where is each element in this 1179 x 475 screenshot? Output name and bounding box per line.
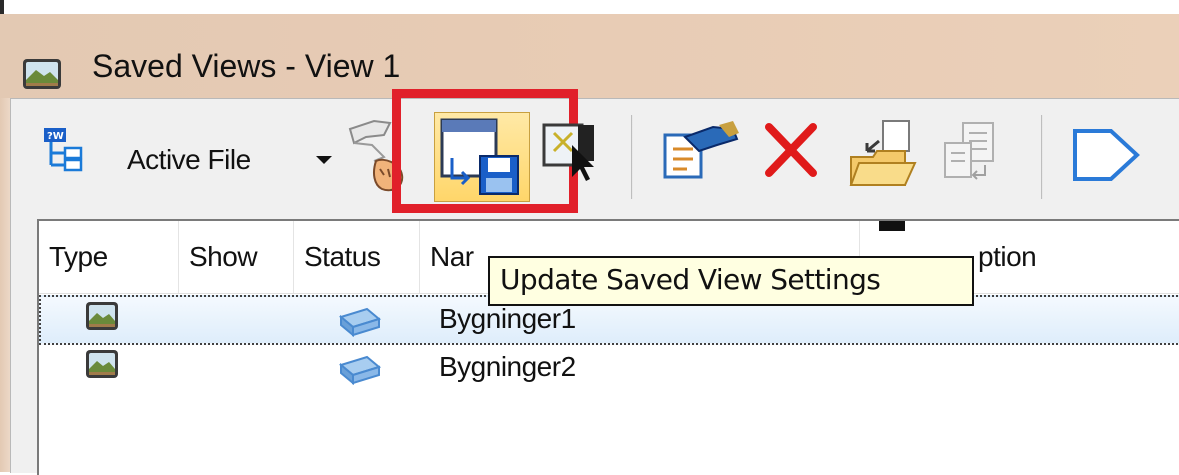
toolbar-separator	[631, 115, 633, 199]
table-row[interactable]: Bygninger2	[39, 345, 1179, 395]
view-hierarchy-icon[interactable]: ?W	[43, 127, 83, 173]
delete-icon[interactable]	[763, 121, 819, 179]
column-header-status[interactable]: Status	[294, 221, 420, 293]
saved-view-type-icon	[86, 302, 118, 330]
filter-icon[interactable]	[1071, 127, 1141, 183]
window-left-edge	[0, 98, 10, 472]
status-icon	[338, 355, 382, 385]
tooltip: Update Saved View Settings	[488, 256, 974, 306]
update-saved-view-button[interactable]	[434, 112, 530, 202]
properties-icon[interactable]	[659, 121, 739, 181]
import-icon[interactable]	[849, 117, 921, 187]
update-saved-view-icon	[440, 118, 519, 195]
capture-view-icon[interactable]	[542, 121, 596, 183]
source-selector-label[interactable]: Active File	[127, 144, 251, 176]
window-corner	[0, 0, 4, 14]
status-icon	[338, 307, 382, 337]
column-header-type[interactable]: Type	[39, 221, 179, 293]
saved-view-type-icon	[86, 350, 118, 378]
toolbar-separator-2	[1041, 115, 1043, 199]
view-name: Bygninger2	[439, 351, 576, 382]
export-icon[interactable]	[939, 121, 1001, 183]
saved-views-window: Saved Views - View 1 ?W Active File Type…	[0, 0, 1179, 475]
column-header-glyph	[879, 221, 905, 231]
svg-text:?W: ?W	[47, 131, 64, 142]
column-header-show[interactable]: Show	[179, 221, 294, 293]
view-name: Bygninger1	[439, 303, 576, 334]
window-title: Saved Views - View 1	[92, 48, 401, 84]
chevron-down-icon[interactable]	[316, 156, 332, 164]
saved-view-icon	[23, 59, 61, 89]
toolbar: ?W Active File	[11, 89, 1179, 219]
title-bar[interactable]: Saved Views - View 1	[0, 14, 1179, 98]
